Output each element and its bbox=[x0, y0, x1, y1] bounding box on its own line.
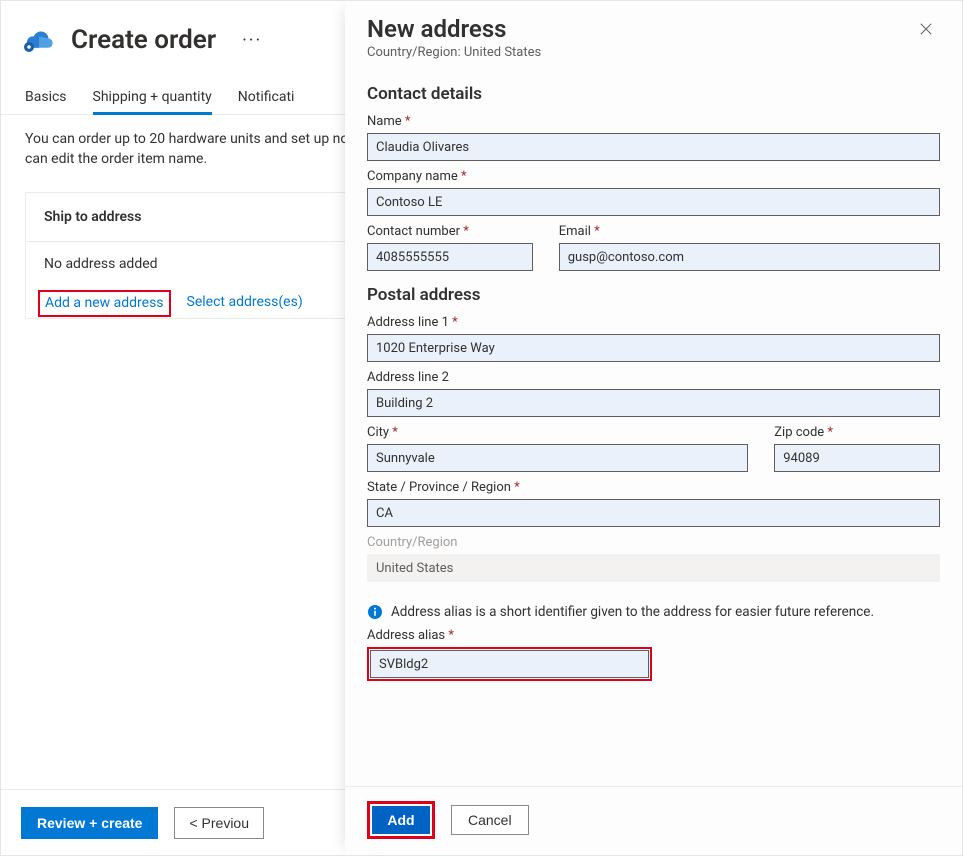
company-input[interactable] bbox=[367, 188, 940, 216]
alias-info-text: Address alias is a short identifier give… bbox=[391, 604, 874, 620]
address1-label: Address line 1 bbox=[367, 315, 940, 330]
panel-footer: Add Cancel bbox=[345, 786, 962, 855]
panel-title: New address bbox=[367, 15, 507, 43]
contact-number-label: Contact number bbox=[367, 224, 533, 239]
zip-input[interactable] bbox=[774, 444, 940, 472]
name-input[interactable] bbox=[367, 133, 940, 161]
panel-body: Contact details Name Company name Contac… bbox=[345, 66, 962, 786]
add-button-highlight: Add bbox=[367, 801, 435, 839]
country-label: Country/Region bbox=[367, 535, 940, 550]
email-label: Email bbox=[559, 224, 940, 239]
close-icon bbox=[919, 22, 933, 36]
alias-label: Address alias bbox=[367, 628, 940, 643]
add-new-address-link[interactable]: Add a new address bbox=[45, 295, 164, 311]
tab-shipping-quantity[interactable]: Shipping + quantity bbox=[93, 81, 212, 114]
tab-notifications[interactable]: Notificati bbox=[238, 81, 295, 114]
app-root: Create order ··· Basics Shipping + quant… bbox=[0, 0, 963, 856]
previous-button[interactable]: < Previou bbox=[174, 807, 264, 839]
add-button[interactable]: Add bbox=[372, 806, 430, 834]
address2-input[interactable] bbox=[367, 389, 940, 417]
email-input[interactable] bbox=[559, 243, 940, 271]
cancel-button[interactable]: Cancel bbox=[451, 805, 529, 835]
company-label: Company name bbox=[367, 169, 940, 184]
info-icon bbox=[367, 604, 383, 620]
city-label: City bbox=[367, 425, 748, 440]
postal-address-heading: Postal address bbox=[367, 285, 940, 305]
alias-input[interactable] bbox=[370, 650, 649, 678]
add-new-address-highlight: Add a new address bbox=[38, 290, 171, 317]
address2-label: Address line 2 bbox=[367, 370, 940, 385]
contact-number-input[interactable] bbox=[367, 243, 533, 271]
alias-info: Address alias is a short identifier give… bbox=[367, 604, 940, 620]
new-address-panel: New address Country/Region: United State… bbox=[345, 1, 962, 855]
state-label: State / Province / Region bbox=[367, 480, 940, 495]
close-button[interactable] bbox=[912, 15, 940, 43]
state-input[interactable] bbox=[367, 499, 940, 527]
select-addresses-link[interactable]: Select address(es) bbox=[187, 294, 303, 310]
alias-highlight bbox=[367, 647, 652, 681]
panel-header: New address Country/Region: United State… bbox=[345, 1, 962, 66]
city-input[interactable] bbox=[367, 444, 748, 472]
tab-basics[interactable]: Basics bbox=[25, 81, 67, 114]
more-button[interactable]: ··· bbox=[236, 26, 268, 55]
page-title: Create order bbox=[71, 25, 216, 55]
country-input bbox=[367, 554, 940, 582]
name-label: Name bbox=[367, 114, 940, 129]
panel-subtitle: Country/Region: United States bbox=[367, 45, 940, 60]
zip-label: Zip code bbox=[774, 425, 940, 440]
review-create-button[interactable]: Review + create bbox=[21, 807, 158, 839]
address1-input[interactable] bbox=[367, 334, 940, 362]
contact-details-heading: Contact details bbox=[367, 84, 940, 104]
azure-edge-icon bbox=[25, 29, 55, 51]
